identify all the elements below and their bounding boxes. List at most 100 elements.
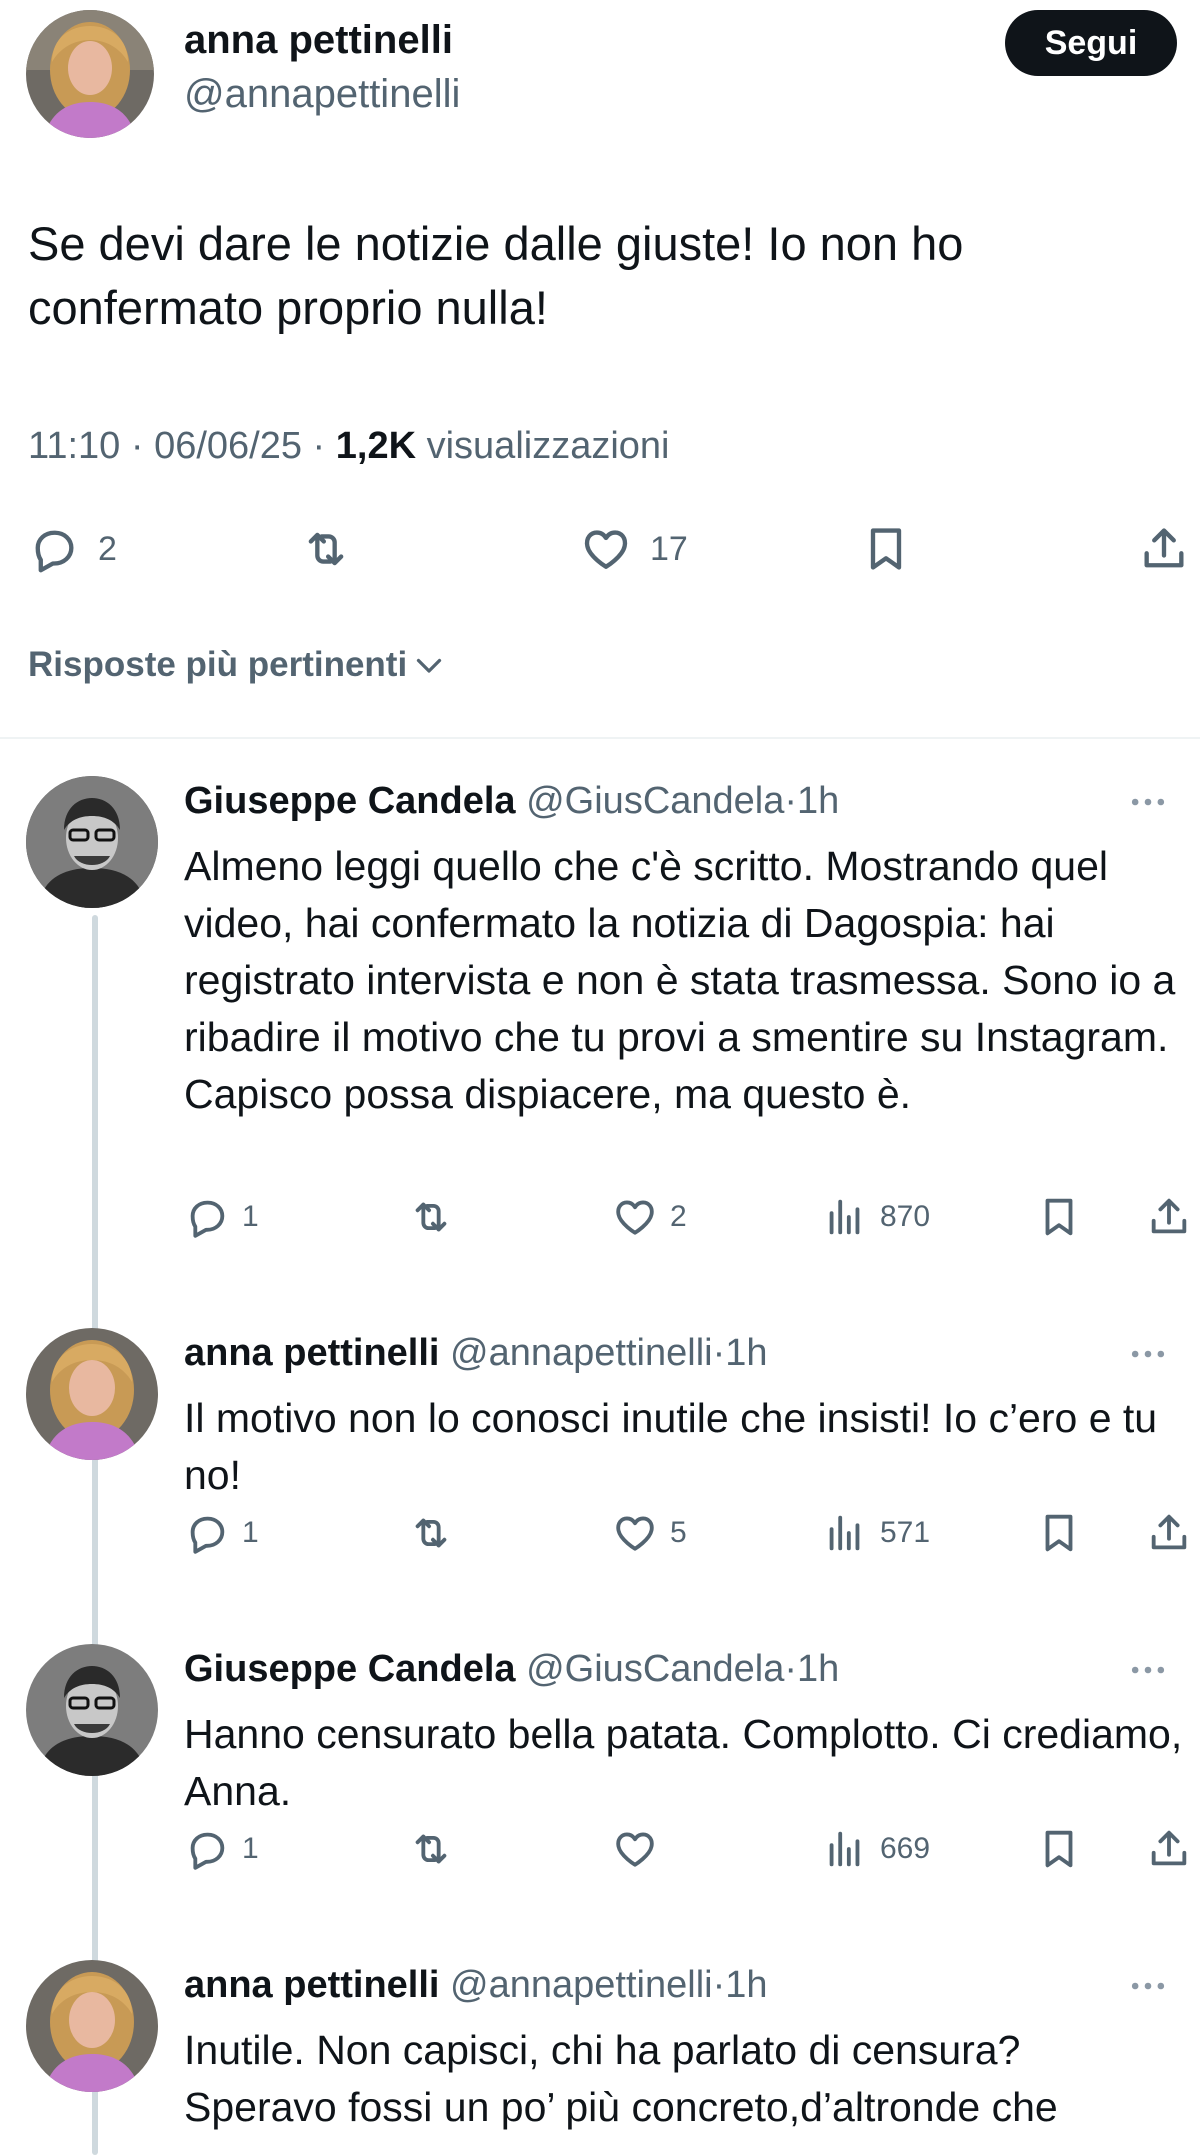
meta-separator: ·	[784, 780, 798, 822]
reply-bubble-icon	[28, 523, 80, 575]
avatar[interactable]	[26, 10, 154, 138]
heart-icon	[612, 1826, 658, 1872]
bookmark-button[interactable]	[1036, 1194, 1082, 1240]
sort-label: Risposte più pertinenti	[28, 645, 408, 684]
retweet-icon	[408, 1510, 454, 1556]
share-icon	[1146, 1826, 1192, 1872]
share-icon	[1138, 523, 1190, 575]
avatar[interactable]	[26, 1328, 158, 1460]
author-handle[interactable]: @annapettinelli	[450, 1964, 713, 2006]
retweet-button[interactable]	[408, 1510, 466, 1556]
reply-count: 1	[242, 1200, 259, 1233]
heart-icon	[612, 1510, 658, 1556]
chevron-down-icon	[417, 658, 442, 673]
more-options-button[interactable]	[1126, 780, 1170, 829]
reply-time[interactable]: 1h	[725, 1964, 767, 2006]
share-button[interactable]	[1138, 523, 1190, 575]
retweet-button[interactable]	[408, 1194, 466, 1240]
bookmark-icon	[1036, 1194, 1082, 1240]
reply-header: Giuseppe Candela @GiusCandela·1h	[184, 780, 839, 823]
tweet-action-bar: 1 669	[0, 1826, 1200, 1886]
tweet-date[interactable]: 06/06/25	[154, 425, 302, 467]
author-handle[interactable]: @annapettinelli	[450, 1332, 713, 1374]
reply-button[interactable]: 1	[184, 1510, 259, 1556]
views-button[interactable]: 571	[822, 1510, 930, 1556]
heart-icon	[612, 1194, 658, 1240]
reply-tweet[interactable]: Giuseppe Candela @GiusCandela·1h Almeno …	[0, 776, 1200, 1256]
like-button[interactable]: 17	[580, 523, 688, 575]
reply-tweet[interactable]: anna pettinelli @annapettinelli·1h Inuti…	[0, 1960, 1200, 2155]
more-options-button[interactable]	[1126, 1648, 1170, 1697]
bookmark-icon	[1036, 1826, 1082, 1872]
more-options-button[interactable]	[1126, 1332, 1170, 1381]
author-handle[interactable]: @GiusCandela	[526, 780, 784, 822]
reply-bubble-icon	[184, 1510, 230, 1556]
reply-text: Inutile. Non capisci, chi ha parlato di …	[184, 2027, 1058, 2130]
reply-button[interactable]: 1	[184, 1826, 259, 1872]
bookmark-button[interactable]	[1036, 1510, 1082, 1556]
tweet-action-bar: 1 2 870	[0, 1194, 1200, 1254]
views-bar-chart-icon	[822, 1510, 868, 1556]
reply-count: 1	[242, 1832, 259, 1865]
meta-separator: ·	[784, 1648, 798, 1690]
more-dots-icon	[1131, 798, 1165, 806]
share-button[interactable]	[1146, 1510, 1192, 1556]
bookmark-icon	[1036, 1510, 1082, 1556]
views-button[interactable]: 870	[822, 1194, 930, 1240]
reply-button[interactable]: 2	[28, 523, 117, 575]
reply-header: Giuseppe Candela @GiusCandela·1h	[184, 1648, 839, 1691]
more-dots-icon	[1131, 1982, 1165, 1990]
views-bar-chart-icon	[822, 1194, 868, 1240]
avatar[interactable]	[26, 1960, 158, 2092]
reply-count: 1	[242, 1516, 259, 1549]
reply-text: Il motivo non lo conosci inutile che ins…	[184, 1395, 1158, 1498]
retweet-button[interactable]	[408, 1826, 466, 1872]
views-button[interactable]: 669	[822, 1826, 930, 1872]
bookmark-button[interactable]	[1036, 1826, 1082, 1872]
like-button[interactable]: 2	[612, 1194, 687, 1240]
reply-header: anna pettinelli @annapettinelli·1h	[184, 1332, 768, 1375]
avatar[interactable]	[26, 776, 158, 908]
author-handle[interactable]: @annapettinelli	[184, 72, 460, 117]
reply-bubble-icon	[184, 1194, 230, 1240]
like-count: 2	[670, 1200, 687, 1233]
views-label: visualizzazioni	[426, 425, 670, 467]
follow-button[interactable]: Segui	[1005, 10, 1177, 76]
reply-tweet[interactable]: anna pettinelli @annapettinelli·1h Il mo…	[0, 1328, 1200, 1608]
like-button[interactable]: 5	[612, 1510, 687, 1556]
tweet-time[interactable]: 11:10	[28, 425, 120, 467]
reply-time[interactable]: 1h	[797, 780, 839, 822]
tweet-action-bar: 1 5 571	[0, 1510, 1200, 1570]
author-name[interactable]: anna pettinelli	[184, 1964, 439, 2006]
reply-button[interactable]: 1	[184, 1194, 259, 1240]
author-handle[interactable]: @GiusCandela	[526, 1648, 784, 1690]
views-bar-chart-icon	[822, 1826, 868, 1872]
bookmark-button[interactable]	[860, 523, 912, 575]
share-icon	[1146, 1510, 1192, 1556]
avatar[interactable]	[26, 1644, 158, 1776]
reply-text: Almeno leggi quello che c'è scritto. Mos…	[184, 843, 1176, 1117]
author-name[interactable]: Giuseppe Candela	[184, 1648, 516, 1690]
author-name[interactable]: anna pettinelli	[184, 18, 453, 63]
reply-time[interactable]: 1h	[797, 1648, 839, 1690]
author-name[interactable]: Giuseppe Candela	[184, 780, 516, 822]
reply-tweet[interactable]: Giuseppe Candela @GiusCandela·1h Hanno c…	[0, 1644, 1200, 1924]
like-count: 17	[650, 529, 688, 568]
like-button[interactable]	[612, 1826, 670, 1872]
retweet-icon	[408, 1826, 454, 1872]
share-button[interactable]	[1146, 1826, 1192, 1872]
reply-time[interactable]: 1h	[725, 1332, 767, 1374]
reply-count: 2	[98, 529, 117, 568]
like-count: 5	[670, 1516, 687, 1549]
share-button[interactable]	[1146, 1194, 1192, 1240]
reply-bubble-icon	[184, 1826, 230, 1872]
tweet-action-bar: 2 17	[0, 515, 1200, 585]
replies-sort-selector[interactable]: Risposte più pertinenti	[28, 645, 447, 685]
retweet-button[interactable]	[300, 523, 370, 575]
author-name[interactable]: anna pettinelli	[184, 1332, 439, 1374]
more-options-button[interactable]	[1126, 1964, 1170, 2013]
main-tweet-header: anna pettinelli @annapettinelli Segui	[0, 0, 1200, 150]
views-count: 669	[880, 1832, 931, 1865]
share-icon	[1146, 1194, 1192, 1240]
more-dots-icon	[1131, 1350, 1165, 1358]
